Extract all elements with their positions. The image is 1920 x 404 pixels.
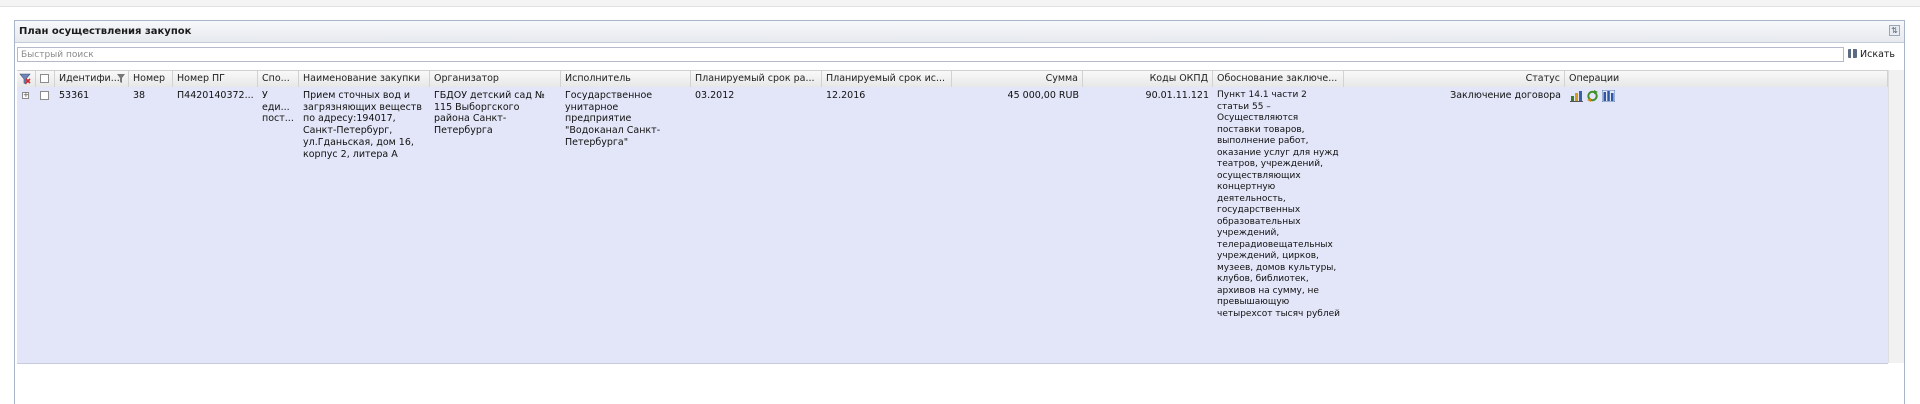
select-all-checkbox[interactable] (40, 74, 49, 83)
cell-status: Заключение договора (1450, 90, 1561, 101)
cell-plan-end: 12.2016 (826, 90, 866, 101)
column-header-organizer[interactable]: Организатор (430, 71, 561, 87)
column-header-plan-end[interactable]: Планируемый срок ис... (822, 71, 952, 87)
vertical-scrollbar[interactable] (1888, 70, 1904, 363)
sort-icon[interactable] (117, 74, 125, 83)
filter-clear-icon (19, 73, 31, 85)
column-header-amount[interactable]: Сумма (952, 71, 1083, 87)
column-header-okpd[interactable]: Коды ОКПД (1083, 71, 1213, 87)
column-header-id[interactable]: Идентифи... (55, 71, 129, 87)
panel-header: План осуществления закупок ⇅ (15, 21, 1904, 43)
cell-executor: Государственное унитарное предприятие "В… (565, 90, 661, 148)
refresh-icon[interactable] (1586, 90, 1599, 102)
column-header-name[interactable]: Наименование закупки (299, 71, 430, 87)
cell-justification: Пункт 14.1 части 2 статьи 55 – Осуществл… (1217, 90, 1340, 319)
cell-id: 53361 (59, 90, 90, 101)
cell-organizer: ГБДОУ детский сад № 115 Выборгского райо… (434, 90, 545, 137)
cell-name: Прием сточных вод и загрязняющих веществ… (303, 90, 422, 160)
panel-collapse-icon[interactable]: ⇅ (1889, 25, 1900, 36)
browser-top-strip (0, 0, 1920, 7)
cell-pg-number: П4420140372... (177, 90, 254, 101)
cell-okpd: 90.01.11.121 (1145, 90, 1209, 101)
column-header-label: Идентифи... (59, 73, 120, 84)
column-header-number[interactable]: Номер (129, 71, 173, 87)
header-filter-clear[interactable] (17, 71, 36, 87)
cell-amount: 45 000,00 RUB (1007, 90, 1079, 101)
table-row[interactable]: + 53361 38 П4420140372... У еди... пост.… (17, 87, 1888, 364)
chart-icon[interactable] (1570, 90, 1583, 102)
cell-number: 38 (133, 90, 146, 101)
search-bar: Искать (17, 47, 1902, 63)
column-header-pg-number[interactable]: Номер ПГ (173, 71, 258, 87)
procurement-plan-panel: План осуществления закупок ⇅ Искать Иден… (14, 20, 1905, 404)
binoculars-icon (1848, 49, 1857, 58)
cell-plan-start: 03.2012 (695, 90, 735, 101)
column-header-method[interactable]: Спо... (258, 71, 299, 87)
panel-title: План осуществления закупок (19, 26, 192, 37)
columns-icon[interactable] (1602, 90, 1615, 102)
column-header-executor[interactable]: Исполнитель (561, 71, 691, 87)
search-button-label: Искать (1860, 49, 1896, 60)
quick-search-input[interactable] (17, 47, 1844, 62)
grid-header: Идентифи... Номер Номер ПГ Спо... Наимен… (17, 70, 1888, 88)
header-select-all[interactable] (36, 71, 55, 87)
column-header-plan-start[interactable]: Планируемый срок ра... (691, 71, 822, 87)
column-header-operations[interactable]: Операции (1565, 71, 1888, 87)
expand-icon[interactable]: + (22, 92, 29, 99)
search-button[interactable]: Искать (1848, 47, 1902, 62)
row-checkbox[interactable] (40, 91, 49, 100)
cell-method: У еди... пост... (262, 90, 294, 125)
column-header-justification[interactable]: Обоснование заключе... (1213, 71, 1344, 87)
column-header-status[interactable]: Статус (1344, 71, 1565, 87)
